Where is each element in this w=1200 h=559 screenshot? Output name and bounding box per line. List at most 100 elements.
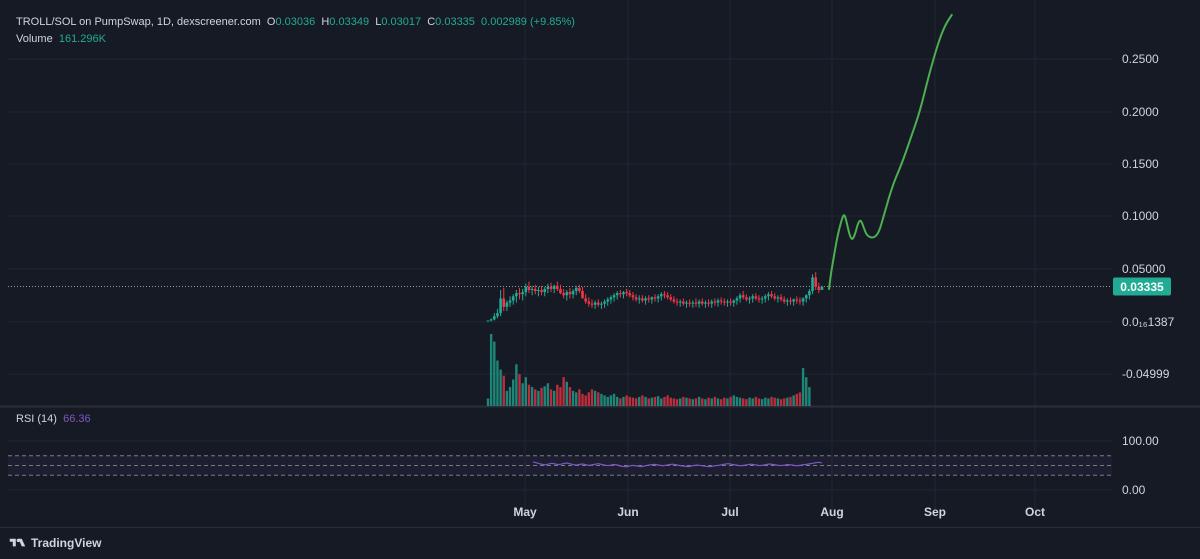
volume-bar	[767, 398, 770, 406]
time-tick-label: Oct	[1025, 505, 1045, 519]
volume-bar	[663, 396, 666, 406]
volume-bar	[742, 398, 745, 406]
candle-body	[549, 286, 553, 289]
candle-body	[546, 286, 550, 289]
volume-bar	[606, 396, 609, 406]
candle-body	[656, 296, 660, 299]
candle-body	[543, 288, 547, 293]
candle-body	[562, 293, 565, 296]
time-tick-label: Jun	[617, 505, 638, 519]
rsi-legend: RSI (14) 66.36	[16, 413, 91, 425]
volume-bar	[496, 360, 499, 406]
volume-bar	[581, 393, 584, 406]
candle-body	[600, 303, 603, 305]
volume-bar	[527, 384, 531, 406]
volume-bar	[779, 399, 783, 406]
candle-body	[675, 301, 679, 303]
volume-bar	[660, 398, 663, 406]
tradingview-icon	[9, 538, 26, 547]
volume-bar	[691, 399, 695, 406]
candle-body	[669, 297, 673, 300]
candle-body	[603, 301, 606, 304]
candle-body	[719, 300, 723, 302]
volume-bar	[776, 398, 780, 406]
volume-bar	[552, 390, 556, 406]
candle-body	[499, 298, 502, 314]
volume-bar	[669, 397, 672, 406]
volume-bar	[675, 399, 679, 406]
candle-body	[732, 300, 736, 303]
chart-canvas[interactable]: 0.2500 0.2000 0.1500 0.1000 0.05000 0.0₁₆1387…	[0, 0, 1200, 559]
volume-bar	[556, 384, 559, 406]
volume-bar	[726, 398, 729, 406]
tradingview-logo[interactable]: TradingView	[9, 536, 101, 550]
volume-bar	[650, 397, 654, 406]
volume-bar	[723, 397, 726, 406]
volume-bar	[508, 387, 512, 406]
current-price-tag: 0.03335	[1113, 277, 1171, 296]
volume-bar	[786, 397, 789, 406]
candle-body	[688, 302, 691, 304]
price-tick-label: -0.04999	[1122, 367, 1170, 381]
candle-body	[682, 301, 685, 304]
rsi-label: RSI (14)	[16, 413, 57, 425]
volume-bar	[631, 397, 635, 406]
candle-body	[745, 297, 748, 300]
volume-bar	[666, 395, 669, 406]
volume-bar	[575, 392, 578, 406]
volume-bar	[745, 399, 748, 406]
candle-body	[773, 296, 777, 299]
change-value: 0.002989 (+9.85%)	[481, 16, 575, 28]
candle-body	[634, 297, 638, 300]
volume-bars	[486, 334, 811, 406]
volume-bar	[697, 396, 701, 406]
projection-line	[828, 13, 953, 290]
candle-body	[716, 300, 720, 303]
volume-bar	[543, 386, 546, 406]
volume-bar	[515, 364, 518, 406]
candle-body	[723, 301, 726, 303]
candle-body	[574, 287, 578, 292]
volume-bar	[647, 398, 650, 406]
volume-bar	[653, 396, 657, 406]
volume-bar	[641, 395, 644, 406]
candle-body	[808, 291, 811, 296]
candle-body	[748, 298, 751, 300]
open-value: 0.03036	[275, 16, 316, 28]
volume-bar	[738, 397, 742, 406]
volume-bar	[764, 397, 767, 406]
volume-bar	[798, 392, 802, 406]
candle-body	[726, 301, 729, 303]
high-value: 0.03349	[329, 16, 370, 28]
candle-body	[700, 301, 704, 304]
candle-body	[587, 301, 591, 304]
volume-bar	[619, 398, 622, 406]
price-tick-label: 0.1500	[1122, 157, 1159, 171]
candle-body	[486, 320, 490, 322]
candle-body	[496, 313, 499, 317]
candle-body	[489, 319, 493, 321]
candle-body	[697, 301, 701, 304]
volume-bar	[789, 396, 792, 406]
volume-bar	[685, 397, 688, 406]
volume-bar	[805, 377, 808, 406]
volume-bar	[593, 390, 597, 406]
close-label: C	[427, 16, 436, 28]
candle-body	[685, 302, 688, 304]
volume-bar	[672, 398, 676, 406]
volume-bar	[597, 392, 600, 406]
candle-body	[678, 301, 682, 303]
volume-bar	[634, 398, 638, 406]
candle-body	[631, 295, 635, 298]
candle-body	[653, 297, 657, 299]
candle-body	[792, 299, 795, 302]
candle-body	[511, 296, 515, 301]
candle-body	[757, 298, 761, 300]
price-tick-label: 0.2500	[1122, 52, 1159, 66]
volume-bar	[754, 396, 758, 406]
candle-body	[820, 286, 824, 290]
price-tick-label: 0.05000	[1122, 262, 1166, 276]
candle-body	[786, 300, 789, 302]
volume-bar	[615, 396, 619, 406]
volume-bar	[704, 399, 707, 406]
